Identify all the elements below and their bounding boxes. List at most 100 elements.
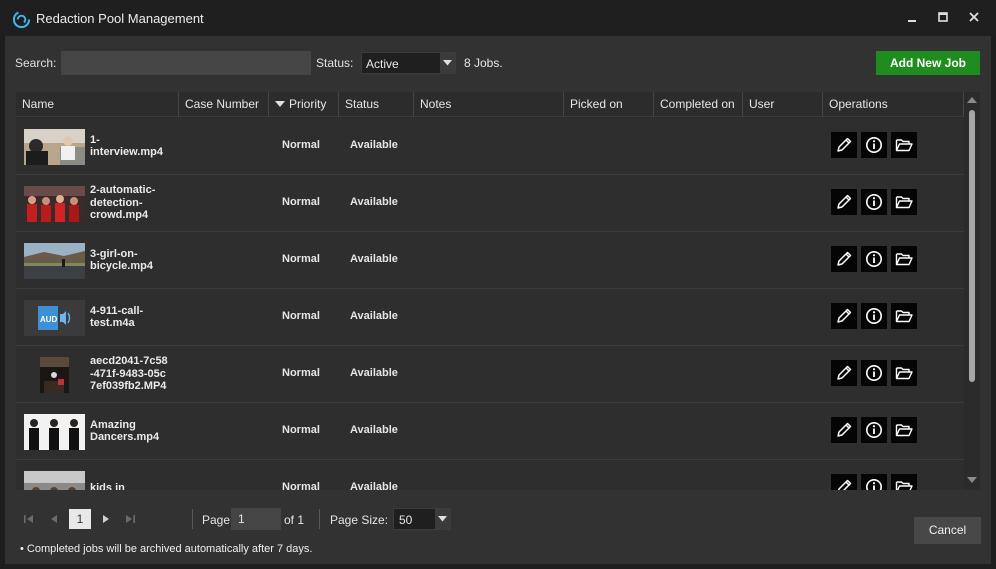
pencil-button[interactable] [831,474,857,490]
pencil-icon [837,194,852,209]
pencil-button[interactable] [831,132,857,158]
info-button[interactable] [861,246,887,272]
search-input[interactable] [61,51,311,75]
column-header-status[interactable]: Status [339,92,414,117]
video-thumbnail [24,243,85,279]
folder-open-icon [895,253,913,266]
status-cell: Available [350,310,398,322]
column-header-picked-on[interactable]: Picked on [564,92,654,117]
file-name: kids in [90,481,125,490]
info-icon [866,194,882,210]
previous-page-icon[interactable] [47,509,61,529]
info-button[interactable] [861,417,887,443]
video-thumbnail [24,129,85,165]
add-new-job-button[interactable]: Add New Job [876,51,980,75]
info-button[interactable] [861,360,887,386]
cancel-button[interactable]: Cancel [914,517,981,544]
scroll-down-icon[interactable] [966,476,978,484]
info-icon [866,308,882,324]
page-size-dropdown[interactable]: 50 [393,508,451,530]
pencil-button[interactable] [831,417,857,443]
column-label: Notes [420,97,452,111]
video-thumbnail [24,414,85,450]
folder-open-button[interactable] [891,360,917,386]
column-header-priority[interactable]: Priority [269,92,339,117]
first-page-icon[interactable] [22,509,36,529]
folder-open-icon [895,367,913,380]
folder-open-button[interactable] [891,474,917,490]
info-button[interactable] [861,474,887,490]
folder-open-icon [895,196,913,209]
next-page-icon[interactable] [99,509,113,529]
pager-divider [319,509,320,529]
column-label: Name [22,97,55,111]
last-page-icon[interactable] [123,509,137,529]
pencil-icon [837,251,852,266]
column-header-user[interactable]: User [743,92,823,117]
current-page-button[interactable]: 1 [69,509,91,529]
table-row[interactable]: 3-girl-on- bicycle.mp4 Normal Available [16,232,964,289]
priority-cell: Normal [282,424,320,436]
column-header-case-number[interactable]: Case Number [179,92,269,117]
page-size-label: Page Size: [330,513,389,527]
priority-cell: Normal [282,310,320,322]
table-row[interactable]: 2-automatic- detection- crowd.mp4 Normal A… [16,175,964,232]
scrollbar-thumb[interactable] [969,110,975,382]
info-icon [866,422,882,438]
page-size-toggle[interactable] [435,509,450,529]
table-row[interactable]: AUD 4-911-call- test.m4a Normal Available [16,289,964,346]
status-cell: Available [350,481,398,490]
folder-open-button[interactable] [891,132,917,158]
pencil-button[interactable] [831,360,857,386]
column-header-completed-on[interactable]: Completed on [654,92,743,117]
file-name: Amazing Dancers.mp4 [90,418,160,444]
priority-cell: Normal [282,139,320,151]
column-header-notes[interactable]: Notes [414,92,564,117]
pencil-button[interactable] [831,303,857,329]
column-header-operations[interactable]: Operations [823,92,964,117]
column-label: User [749,97,775,111]
status-label: Status: [316,56,354,70]
jobs-table: Name Case Number Priority Status Notes P… [16,92,980,490]
search-label: Search: [15,56,57,70]
folder-open-icon [895,139,913,152]
folder-open-button[interactable] [891,303,917,329]
pencil-button[interactable] [831,189,857,215]
status-dropdown-value: Active [366,57,399,71]
minimize-icon[interactable] [904,9,920,25]
video-thumbnail [24,186,85,222]
page-number-input[interactable]: 1 [231,508,281,530]
title-bar: Redaction Pool Management [0,0,996,36]
table-row[interactable]: Amazing Dancers.mp4 Normal Available [16,403,964,460]
page-label: Page [202,513,231,527]
pencil-button[interactable] [831,246,857,272]
file-name: 3-girl-on- bicycle.mp4 [90,247,153,273]
info-icon [866,251,882,267]
pencil-icon [837,479,852,490]
table-row[interactable]: aecd2041-7c58 -471f-9483-05c 7ef039fb2.M… [16,346,964,403]
priority-cell: Normal [282,481,320,490]
jobs-count: 8 Jobs. [464,56,503,70]
info-button[interactable] [861,132,887,158]
status-dropdown[interactable]: Active [361,52,456,74]
status-cell: Available [350,424,398,436]
folder-open-button[interactable] [891,189,917,215]
info-button[interactable] [861,189,887,215]
status-dropdown-toggle[interactable] [440,53,455,73]
info-button[interactable] [861,303,887,329]
maximize-icon[interactable] [935,9,951,25]
file-name: aecd2041-7c58 -471f-9483-05c 7ef039fb2.M… [90,355,168,393]
folder-open-button[interactable] [891,246,917,272]
column-header-name[interactable]: Name [16,92,179,117]
file-name: 4-911-call- test.m4a [90,304,144,330]
table-row[interactable]: 1- interview.mp4 Normal Available [16,118,964,175]
close-icon[interactable] [966,9,982,25]
folder-open-button[interactable] [891,417,917,443]
chevron-down-icon [443,60,452,66]
folder-open-icon [895,481,913,490]
video-thumbnail [24,357,85,393]
table-row[interactable]: kids in Normal Available [16,460,964,490]
scroll-up-icon[interactable] [966,96,978,104]
video-thumbnail [24,471,85,490]
video-thumbnail: AUD [24,300,85,336]
